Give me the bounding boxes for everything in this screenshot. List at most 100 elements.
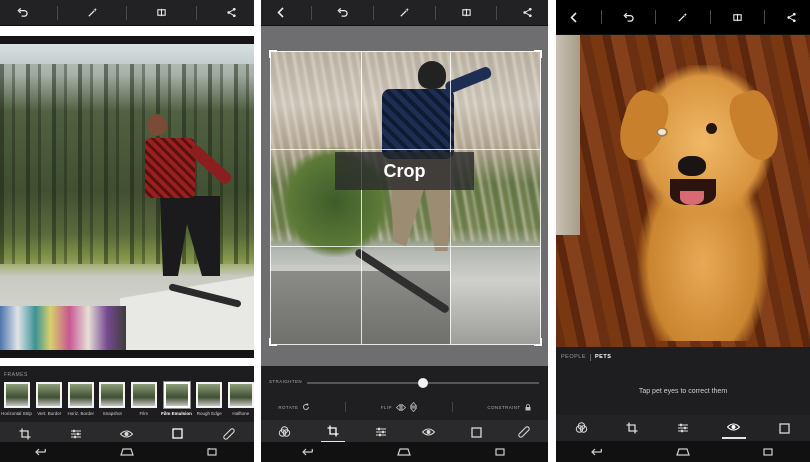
crop-handle-top-left[interactable] — [269, 50, 277, 58]
frame-thumbnail[interactable]: Vert. Border — [36, 382, 63, 422]
flip-vertical-icon[interactable] — [409, 402, 417, 412]
frame-thumbnail-label: Film — [139, 411, 149, 416]
nav-recents-icon[interactable] — [758, 445, 778, 459]
back-icon[interactable] — [564, 7, 584, 27]
healing-icon[interactable] — [512, 421, 536, 443]
constraint-label: CONSTRAINT — [487, 404, 521, 410]
eye-icon[interactable] — [721, 417, 746, 439]
editor-toolbar — [261, 420, 548, 444]
frame-thumbnail-label: Film Emulsion — [161, 411, 192, 416]
flip-button[interactable]: FLIP — [381, 402, 417, 412]
crop-icon[interactable] — [320, 421, 345, 443]
tab-pets[interactable]: PETS — [595, 354, 611, 360]
rotate-button[interactable]: ROTATE — [278, 403, 310, 411]
magic-wand-icon[interactable] — [82, 3, 102, 23]
flip-horizontal-icon[interactable] — [395, 403, 406, 411]
pet-eye-left[interactable] — [656, 127, 668, 137]
photo-canvas[interactable] — [0, 26, 254, 366]
crop-options-row: ROTATE FLIP CONSTRAINT — [261, 400, 548, 414]
toolbar-divider — [655, 10, 657, 24]
toolbar-divider — [373, 5, 375, 20]
compare-icon[interactable] — [456, 3, 476, 23]
frames-thumbnail-strip[interactable]: Horizontal Strip Vert. Border Horiz. Bor… — [0, 381, 254, 422]
frame-thumbnail[interactable]: Horiz. Border — [67, 382, 95, 422]
rotate-label: ROTATE — [278, 404, 299, 410]
adjustments-icon[interactable] — [369, 421, 393, 443]
pet-eye-hint: Tap pet eyes to correct them — [556, 367, 810, 415]
frame-thumbnail[interactable]: Horizontal Strip — [1, 382, 32, 422]
crop-handle-top-right[interactable] — [534, 50, 542, 58]
option-divider — [345, 402, 347, 412]
eye-icon[interactable] — [416, 421, 440, 443]
back-icon[interactable] — [271, 3, 291, 23]
toolbar-divider — [311, 5, 313, 20]
frame-thumbnail-label: Halftone — [232, 411, 250, 416]
skater-photo — [0, 44, 254, 350]
undo-icon[interactable] — [619, 7, 639, 27]
frame-thumbnail[interactable]: Halftone — [227, 382, 254, 422]
eye-mode-tabs: PEOPLE PETS — [556, 347, 810, 367]
frame-thumbnail-selected[interactable]: Film Emulsion — [161, 381, 192, 422]
option-divider — [451, 402, 453, 412]
frame-thumbnail-label: Vert. Border — [37, 411, 62, 416]
nav-home-icon[interactable] — [673, 445, 693, 459]
frame-thumbnail[interactable]: Film — [130, 382, 158, 422]
magic-wand-icon[interactable] — [673, 7, 693, 27]
tab-people[interactable]: PEOPLE — [561, 354, 586, 360]
straighten-label: STRAIGHTEN — [269, 379, 303, 384]
dog-photo-canvas[interactable] — [556, 35, 810, 347]
share-icon[interactable] — [782, 7, 802, 27]
film-emulsion-frame — [0, 36, 254, 358]
crop-grid[interactable] — [269, 50, 542, 346]
nav-back-icon[interactable] — [588, 445, 608, 459]
lock-icon — [525, 403, 531, 410]
nav-recents-icon[interactable] — [202, 445, 222, 459]
magic-wand-icon[interactable] — [394, 3, 414, 23]
crop-handle-bottom-left[interactable] — [269, 338, 277, 346]
toolbar-divider — [56, 5, 58, 20]
crop-canvas[interactable]: Crop — [261, 26, 548, 366]
toolbar-divider — [600, 10, 602, 24]
toolbar-divider — [496, 5, 498, 20]
looks-icon[interactable] — [569, 417, 593, 439]
crop-handle-bottom-right[interactable] — [534, 338, 542, 346]
straighten-slider-knob[interactable] — [418, 378, 428, 388]
nav-back-icon[interactable] — [299, 445, 319, 459]
toolbar-divider — [196, 5, 198, 20]
screenshot-collage: FRAMES Horizontal Strip Vert. Border Hor… — [0, 0, 810, 462]
frame-thumbnail[interactable]: Snapshot — [99, 382, 126, 422]
tab-divider — [590, 353, 592, 361]
nav-recents-icon[interactable] — [490, 445, 510, 459]
compare-icon[interactable] — [152, 3, 172, 23]
looks-icon[interactable] — [273, 421, 297, 443]
android-nav-bar — [261, 442, 548, 462]
crop-icon[interactable] — [620, 417, 644, 439]
frame-thumbnail[interactable]: Rough Edge — [196, 382, 223, 422]
frame-thumbnail-label: Horizontal Strip — [1, 411, 32, 416]
straighten-slider[interactable] — [307, 378, 539, 388]
frames-icon[interactable] — [773, 417, 797, 439]
undo-icon[interactable] — [12, 3, 32, 23]
frame-thumbnail-label: Snapshot — [102, 411, 122, 416]
flip-label: FLIP — [380, 404, 392, 410]
android-nav-bar — [556, 441, 810, 462]
frames-icon[interactable] — [464, 421, 488, 443]
toolbar-divider — [763, 10, 765, 24]
rotate-icon — [303, 403, 310, 410]
undo-icon[interactable] — [333, 3, 353, 23]
nav-back-icon[interactable] — [32, 445, 52, 459]
frame-thumbnail-label: Rough Edge — [196, 411, 222, 416]
nav-home-icon[interactable] — [394, 445, 414, 459]
share-icon[interactable] — [222, 3, 242, 23]
compare-icon[interactable] — [727, 7, 747, 27]
frames-tab-bar: FRAMES — [0, 370, 254, 382]
pet-eye-right[interactable] — [706, 123, 717, 134]
frame-thumbnail-label: Horiz. Border — [67, 411, 95, 416]
adjustments-icon[interactable] — [671, 417, 695, 439]
constraint-button[interactable]: CONSTRAINT — [487, 403, 531, 411]
nav-home-icon[interactable] — [117, 445, 137, 459]
top-action-bar — [556, 0, 810, 35]
share-icon[interactable] — [518, 3, 538, 23]
frames-tab-label[interactable]: FRAMES — [4, 372, 28, 378]
phone-frames-editor: FRAMES Horizontal Strip Vert. Border Hor… — [0, 0, 254, 462]
